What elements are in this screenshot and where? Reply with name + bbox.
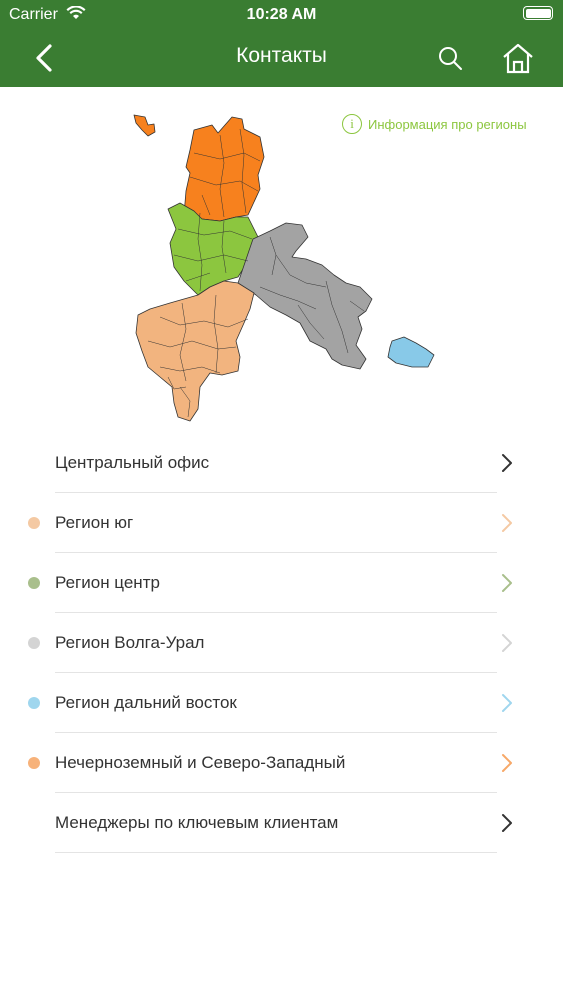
chevron-right-icon [502, 634, 512, 652]
list-item-region-center[interactable]: Регион центр [0, 553, 563, 613]
battery-icon [523, 6, 553, 20]
list-item-region-volga-ural[interactable]: Регион Волга-Урал [0, 613, 563, 673]
list-item-label: Регион дальний восток [55, 693, 237, 712]
home-button[interactable] [500, 40, 536, 76]
list-item-region-far-east[interactable]: Регион дальний восток [0, 673, 563, 733]
list-item-label: Менеджеры по ключевым клиентам [55, 813, 339, 832]
list-item-label: Регион центр [55, 573, 160, 592]
chevron-right-icon [502, 514, 512, 532]
regions-info-link[interactable]: i Информация про регионы [342, 114, 527, 134]
list-item-label: Центральный офис [55, 453, 210, 472]
region-color-dot [28, 517, 40, 529]
map-region-volga [237, 222, 373, 370]
divider [55, 852, 497, 853]
info-icon: i [342, 114, 362, 134]
list-item-region-south[interactable]: Регион юг [0, 493, 563, 553]
home-icon [503, 43, 533, 74]
list-item-label: Регион юг [55, 513, 134, 532]
status-time: 10:28 AM [246, 6, 317, 23]
page-title: Контакты [236, 44, 327, 67]
chevron-right-icon [502, 754, 512, 772]
region-color-dot [28, 577, 40, 589]
nav-bar: Контакты [0, 30, 563, 87]
regions-map[interactable] [120, 105, 450, 430]
search-icon [439, 47, 462, 70]
list-item-label: Нечерноземный и Северо-Западный [55, 753, 346, 772]
region-color-dot [28, 757, 40, 769]
search-button[interactable] [432, 40, 468, 76]
chevron-right-icon [502, 454, 512, 472]
list-item-label: Регион Волга-Урал [55, 633, 205, 652]
contacts-list: Центральный офис Регион юг Регион центр … [0, 433, 563, 853]
status-bar: Carrier 10:28 AM [0, 0, 563, 30]
list-item-central-office[interactable]: Центральный офис [0, 433, 563, 493]
app-header: Carrier 10:28 AM Контакты [0, 0, 563, 87]
map-region-south [135, 280, 255, 422]
map-region-northwest-island [133, 114, 156, 137]
map-region-fareast [387, 336, 435, 368]
map-region-northwest [183, 116, 265, 222]
list-item-region-northwest[interactable]: Нечерноземный и Северо-Западный [0, 733, 563, 793]
region-color-dot [28, 637, 40, 649]
list-item-key-account-managers[interactable]: Менеджеры по ключевым клиентам [0, 793, 563, 853]
region-color-dot [28, 697, 40, 709]
regions-info-label: Информация про регионы [368, 116, 527, 132]
chevron-right-icon [502, 574, 512, 592]
chevron-right-icon [502, 694, 512, 712]
chevron-right-icon [502, 814, 512, 832]
